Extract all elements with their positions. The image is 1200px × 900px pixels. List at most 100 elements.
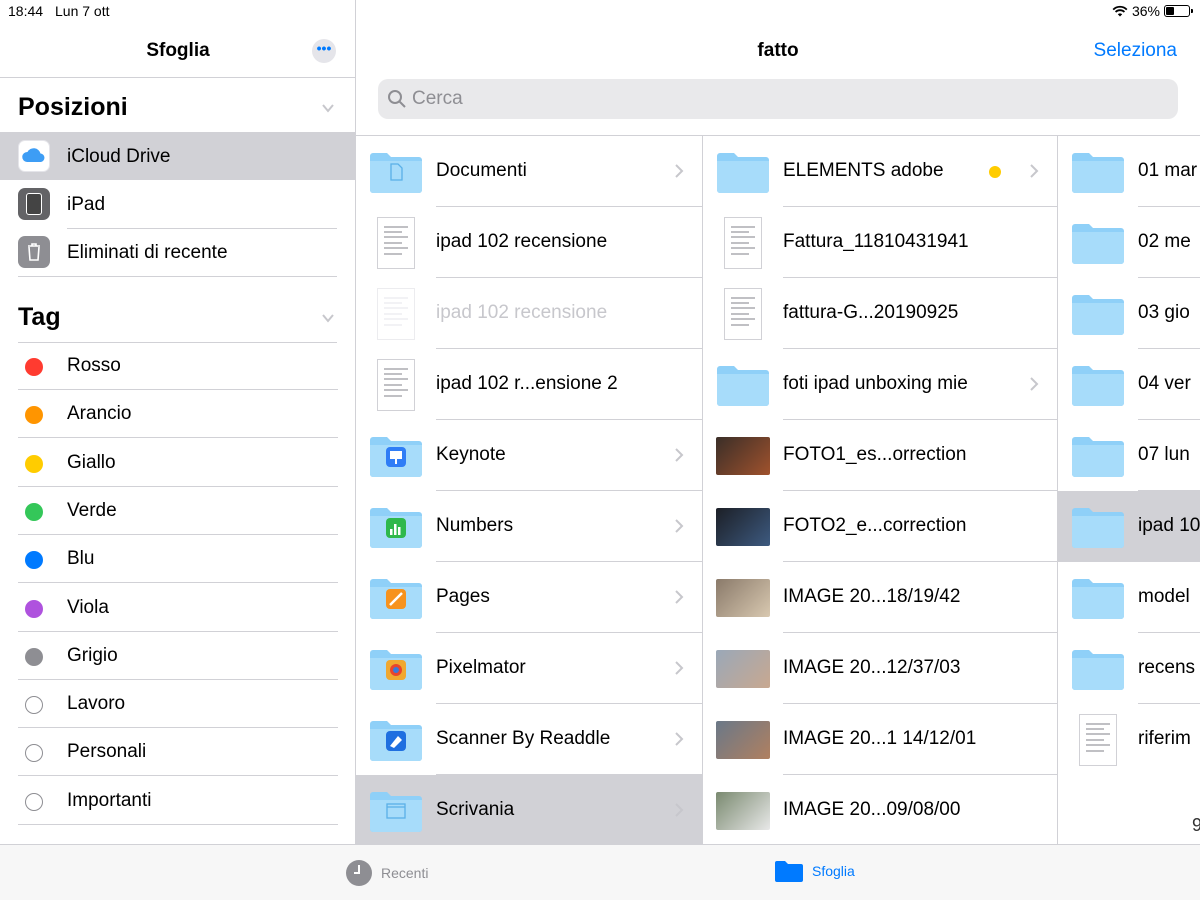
sidebar-item-recently-deleted[interactable]: Eliminati di recente xyxy=(0,228,355,276)
list-item[interactable]: IMAGE 20...18/19/42 xyxy=(703,562,1057,633)
list-item[interactable]: FOTO2_e...correction xyxy=(703,491,1057,562)
list-item[interactable]: model xyxy=(1058,562,1200,633)
divider xyxy=(18,823,338,825)
sidebar-tag-item[interactable]: Arancio xyxy=(0,390,355,439)
item-name: Documenti xyxy=(436,160,527,181)
item-name: Scanner By Readdle xyxy=(436,728,611,749)
sidebar-tag-item[interactable]: Personali xyxy=(0,728,355,777)
image-thumbnail xyxy=(715,783,771,839)
more-options-button[interactable]: ••• xyxy=(312,39,336,63)
tab-recents[interactable]: Recenti xyxy=(345,859,428,887)
chevron-down-icon[interactable] xyxy=(321,311,335,325)
tab-recents-label: Recenti xyxy=(381,865,429,881)
list-item[interactable]: Scrivania xyxy=(356,775,702,844)
tag-color-dot xyxy=(25,599,43,618)
sidebar-item-label: Eliminati di recente xyxy=(67,242,228,263)
folder-icon xyxy=(1070,428,1126,484)
item-name: 04 ver xyxy=(1138,373,1191,394)
chevron-right-icon xyxy=(675,164,684,178)
item-name: ipad 102 recensione xyxy=(436,231,608,252)
status-date: Lun 7 ott xyxy=(55,3,110,19)
list-item[interactable]: foti ipad unboxing mie xyxy=(703,349,1057,420)
search-bar[interactable] xyxy=(378,79,1178,119)
document-icon xyxy=(368,357,424,413)
item-name: foti ipad unboxing mie xyxy=(783,373,968,394)
sidebar-tag-item[interactable]: Verde xyxy=(0,487,355,535)
list-item[interactable]: 04 ver xyxy=(1058,349,1200,420)
image-thumbnail xyxy=(715,499,771,555)
list-item[interactable]: IMAGE 20...1 14/12/01 xyxy=(703,704,1057,775)
item-name: 03 gio xyxy=(1138,302,1190,323)
list-item[interactable]: ELEMENTS adobe xyxy=(703,136,1057,207)
image-thumbnail xyxy=(715,570,771,626)
chevron-right-icon xyxy=(1030,164,1039,178)
list-item[interactable]: ipad 10 xyxy=(1058,491,1200,562)
list-item[interactable]: 03 gio xyxy=(1058,278,1200,349)
sidebar-tag-item[interactable]: Rosso xyxy=(0,342,355,390)
folder-icon xyxy=(1070,570,1126,626)
item-name: ipad 102 r...ensione 2 xyxy=(436,373,618,394)
select-button[interactable]: Seleziona xyxy=(1094,40,1177,62)
list-item[interactable]: 07 lun xyxy=(1058,420,1200,491)
list-item[interactable]: riferim xyxy=(1058,704,1200,775)
folder-icon xyxy=(1070,144,1126,200)
item-name: riferim xyxy=(1138,728,1191,749)
list-item[interactable]: Keynote xyxy=(356,420,702,491)
list-item[interactable]: Fattura_11810431941 xyxy=(703,207,1057,278)
sidebar-tag-item[interactable]: Blu xyxy=(0,535,355,584)
sidebar-tag-label: Personali xyxy=(67,741,147,763)
list-item[interactable]: 02 me xyxy=(1058,207,1200,278)
list-item[interactable]: ipad 102 recensione xyxy=(356,207,702,278)
chevron-down-icon[interactable] xyxy=(321,101,335,115)
tag-color-dot xyxy=(25,454,43,473)
list-item[interactable]: ipad 102 r...ensione 2 xyxy=(356,349,702,420)
list-item[interactable]: IMAGE 20...09/08/00 xyxy=(703,775,1057,844)
sidebar-item-icloud-drive[interactable]: iCloud Drive xyxy=(0,132,355,180)
tag-color-dot xyxy=(25,406,43,425)
list-item[interactable]: Pixelmator xyxy=(356,633,702,704)
column-done[interactable]: 01 mar 02 me 03 gio 04 ver 07 lun ipad 10 mode… xyxy=(1058,136,1200,844)
chevron-right-icon xyxy=(675,803,684,817)
wifi-icon xyxy=(1112,5,1128,17)
list-item[interactable]: fattura-G...20190925 xyxy=(703,278,1057,349)
sidebar-header: Sfoglia ••• xyxy=(0,22,355,78)
item-name: Numbers xyxy=(436,515,514,536)
list-item[interactable]: Scanner By Readdle xyxy=(356,704,702,775)
sidebar-tag-item[interactable]: Giallo xyxy=(0,439,355,487)
status-bar: 18:44 Lun 7 ott 36% xyxy=(0,0,1200,22)
list-item[interactable]: ipad 102 recensione xyxy=(356,278,702,349)
sidebar-item-ipad[interactable]: iPad xyxy=(0,180,355,228)
list-item[interactable]: Documenti xyxy=(356,136,702,207)
sidebar-tag-item[interactable]: Importanti xyxy=(0,777,355,825)
sidebar-tag-item[interactable]: Lavoro xyxy=(0,680,355,729)
folder-icon xyxy=(1070,286,1126,342)
column-desktop[interactable]: ELEMENTS adobe Fattura_11810431941 fattura… xyxy=(703,136,1058,844)
locations-header[interactable]: Posizioni xyxy=(18,93,128,122)
list-item[interactable]: Pages xyxy=(356,562,702,633)
divider xyxy=(18,276,337,277)
sidebar-tag-item[interactable]: Grigio xyxy=(0,632,355,680)
list-item[interactable]: FOTO1_es...orrection xyxy=(703,420,1057,491)
list-item[interactable]: Numbers xyxy=(356,491,702,562)
ipad-icon xyxy=(18,188,50,220)
tag-color-dot xyxy=(25,647,43,666)
tag-color-dot xyxy=(25,696,43,715)
tags-header[interactable]: Tag xyxy=(18,303,61,332)
sidebar-tag-label: Lavoro xyxy=(67,693,126,715)
main-header: fatto Seleziona xyxy=(356,22,1200,136)
sidebar: Sfoglia ••• Posizioni iCloud Drive iPad … xyxy=(0,0,356,844)
sidebar-tag-label: Giallo xyxy=(67,451,116,473)
list-item[interactable]: 01 mar xyxy=(1058,136,1200,207)
column-root[interactable]: Documenti ipad 102 recensione ipad 102 rec… xyxy=(356,136,703,844)
sidebar-tag-item[interactable]: Viola xyxy=(0,584,355,632)
tab-browse[interactable]: Sfoglia xyxy=(774,859,855,883)
battery-icon xyxy=(1164,5,1193,17)
sidebar-tag-label: Arancio xyxy=(67,403,132,425)
search-input[interactable] xyxy=(412,79,1152,119)
document-icon xyxy=(368,215,424,271)
list-item[interactable]: recens xyxy=(1058,633,1200,704)
status-right: 36% xyxy=(1112,3,1193,19)
document-icon xyxy=(368,286,424,342)
list-item[interactable]: IMAGE 20...12/37/03 xyxy=(703,633,1057,704)
item-name: FOTO2_e...correction xyxy=(783,515,967,536)
